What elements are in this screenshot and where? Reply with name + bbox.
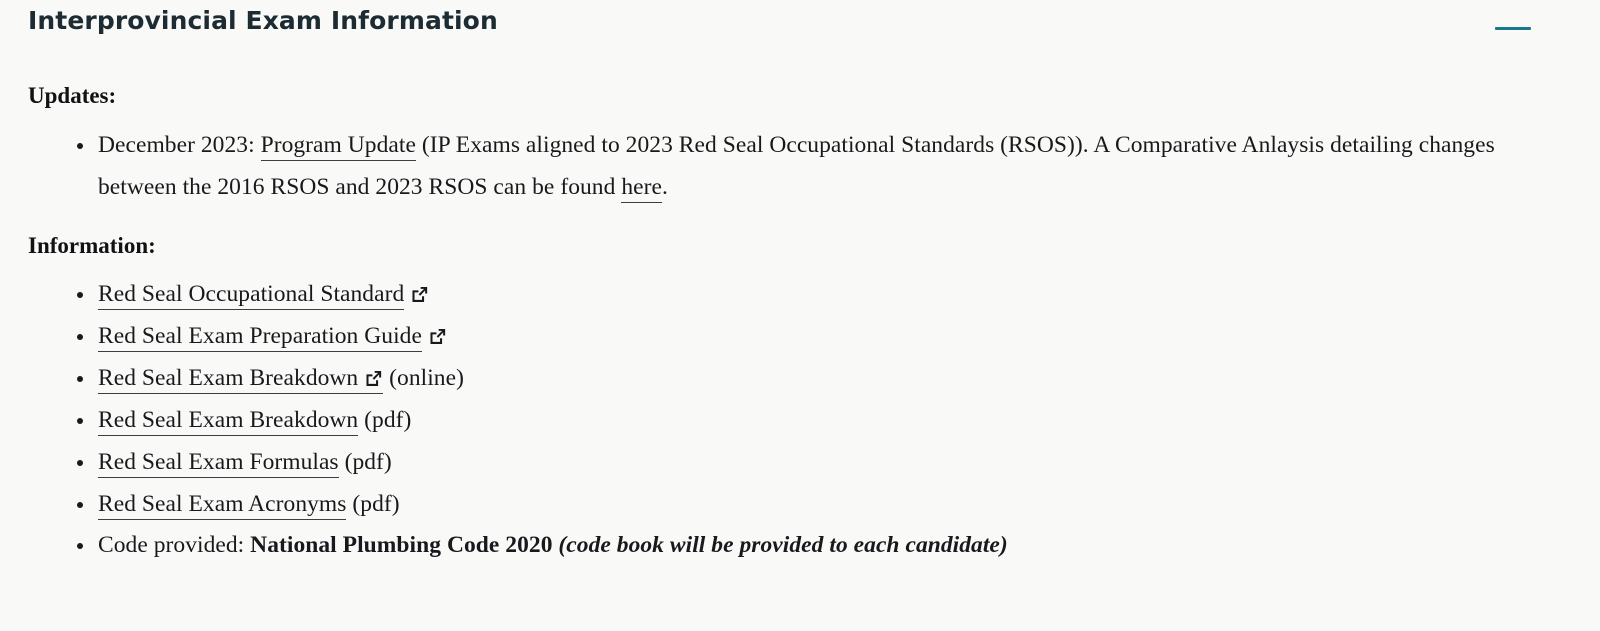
red-seal-exam-breakdown-online-link[interactable]: Red Seal Exam Breakdown [98,365,384,395]
panel-header: Interprovincial Exam Information [28,0,1572,48]
comparative-analysis-here-link[interactable]: here [621,173,662,203]
list-item: Red Seal Exam Breakdown (online) [28,358,1572,400]
collapse-panel-button[interactable] [1490,15,1536,41]
link-label: Red Seal Exam Breakdown [98,365,359,392]
list-item: Red Seal Exam Preparation Guide [28,316,1572,358]
exam-information-panel: Interprovincial Exam Information Updates… [0,0,1600,631]
panel-body: Updates: December 2023: Program Update (… [28,48,1572,567]
list-item: Red Seal Exam Acronyms (pdf) [28,484,1572,526]
code-provided-value: National Plumbing Code 2020 [250,532,553,559]
list-item-suffix: (pdf) [346,490,400,517]
external-link-icon [365,370,382,387]
code-provided-note: (code book will be provided to each cand… [552,532,1008,559]
updates-list: December 2023: Program Update (IP Exams … [28,125,1572,209]
update-lead-text: December 2023: [98,131,261,158]
updates-heading: Updates: [28,83,117,108]
list-item-suffix: (pdf) [358,406,412,433]
red-seal-exam-breakdown-pdf-link[interactable]: Red Seal Exam Breakdown [98,406,359,436]
list-item-suffix: (online) [383,365,464,392]
minus-icon [1495,26,1531,30]
list-item: Red Seal Exam Breakdown (pdf) [28,400,1572,442]
page-title: Interprovincial Exam Information [28,6,498,35]
red-seal-occupational-standard-link[interactable]: Red Seal Occupational Standard [98,281,405,311]
external-link-icon[interactable] [429,328,446,345]
red-seal-exam-formulas-pdf-link[interactable]: Red Seal Exam Formulas [98,448,339,478]
red-seal-exam-acronyms-pdf-link[interactable]: Red Seal Exam Acronyms [98,490,347,520]
red-seal-exam-preparation-guide-link[interactable]: Red Seal Exam Preparation Guide [98,323,422,353]
program-update-link[interactable]: Program Update [260,131,416,161]
information-heading: Information: [28,232,156,258]
code-provided-label: Code provided: [98,532,251,559]
list-item-suffix: (pdf) [338,448,392,475]
list-item: Red Seal Occupational Standard [28,274,1572,316]
list-item: Red Seal Exam Formulas (pdf) [28,442,1572,484]
list-item: Code provided: National Plumbing Code 20… [28,525,1572,567]
list-item: December 2023: Program Update (IP Exams … [28,125,1568,209]
external-link-icon[interactable] [411,286,428,303]
information-list: Red Seal Occupational Standard Red Seal … [28,274,1572,567]
update-tail-text: . [661,173,668,200]
